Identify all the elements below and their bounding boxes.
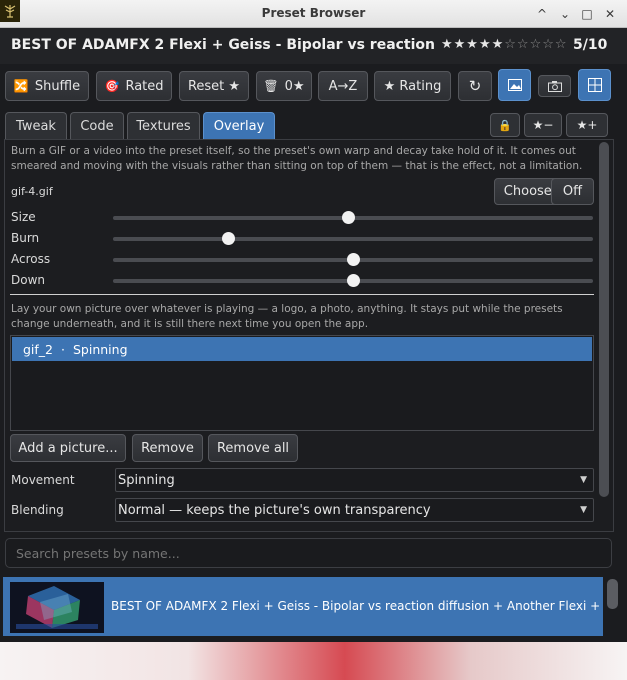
stars-empty[interactable]: ☆☆☆☆☆ xyxy=(504,37,567,52)
rated-label: Rated xyxy=(125,78,164,94)
reset-star-button[interactable]: Reset ★ xyxy=(179,71,249,101)
picture-list-item[interactable]: gif_2 · Spinning xyxy=(12,337,592,361)
current-preset-title: BEST OF ADAMFX 2 Flexi + Geiss - Bipolar… xyxy=(11,37,436,53)
panel-scrollbar-thumb[interactable] xyxy=(599,142,609,497)
tab-overlay[interactable]: Overlay xyxy=(203,112,275,139)
slider-label-burn: Burn xyxy=(11,231,40,245)
keep-above-icon[interactable]: ^ xyxy=(532,4,552,24)
slider-label-down: Down xyxy=(11,273,46,287)
gif-description: Burn a GIF or a video into the preset it… xyxy=(11,145,583,172)
window-titlebar: Preset Browser ^ ⌄ □ ✕ xyxy=(0,0,627,28)
chevron-down-icon: ▼ xyxy=(580,475,587,485)
remove-picture-button[interactable]: Remove xyxy=(132,434,203,462)
sort-rating-button[interactable]: ★ Rating xyxy=(374,71,451,101)
across-slider-handle[interactable] xyxy=(347,253,360,266)
minimize-icon[interactable]: ⌄ xyxy=(555,4,575,24)
sort-az-button[interactable]: A→Z xyxy=(318,71,368,101)
star-plus-button[interactable]: ★+ xyxy=(566,113,608,137)
stars-filled[interactable]: ★★★★★ xyxy=(441,37,504,52)
trash-count-button[interactable]: 🗑 0★ xyxy=(256,71,312,101)
movement-select[interactable]: Spinning ▼ xyxy=(115,468,594,492)
size-slider[interactable] xyxy=(113,211,593,224)
close-icon[interactable]: ✕ xyxy=(600,4,620,24)
star-minus-button[interactable]: ★− xyxy=(524,113,562,137)
preset-header: BEST OF ADAMFX 2 Flexi + Geiss - Bipolar… xyxy=(0,28,627,64)
movement-label: Movement xyxy=(11,473,75,487)
refresh-button[interactable]: ↻ xyxy=(458,71,492,101)
burn-slider[interactable] xyxy=(113,232,593,245)
movement-value: Spinning xyxy=(118,472,175,488)
picture-separator: · xyxy=(61,341,65,357)
picture-mode: Spinning xyxy=(73,341,128,357)
picture-list[interactable]: gif_2 · Spinning xyxy=(10,335,594,431)
results-scrollbar[interactable] xyxy=(605,577,620,636)
image-overlay-toggle[interactable] xyxy=(498,69,531,101)
maximize-icon[interactable]: □ xyxy=(577,4,597,24)
trash-count-label: 0★ xyxy=(284,78,305,94)
tab-textures[interactable]: Textures xyxy=(127,112,200,139)
shuffle-icon: 🔀 xyxy=(13,79,29,93)
burn-slider-handle[interactable] xyxy=(222,232,236,245)
trash-icon: 🗑 xyxy=(263,79,279,93)
preset-search-input[interactable] xyxy=(5,538,612,568)
picture-name: gif_2 xyxy=(23,341,54,357)
blending-select[interactable]: Normal — keeps the picture's own transpa… xyxy=(115,498,594,522)
screenshot-button[interactable] xyxy=(538,75,571,97)
preset-thumbnail xyxy=(10,582,104,633)
preset-results-list: BEST OF ADAMFX 2 Flexi + Geiss - Bipolar… xyxy=(0,572,627,642)
target-icon: 🎯 xyxy=(104,79,120,93)
gif-off-button[interactable]: Off xyxy=(551,178,594,205)
panel-scrollbar[interactable] xyxy=(598,140,610,531)
size-slider-handle[interactable] xyxy=(342,211,356,224)
star-rating[interactable]: ★★★★★☆☆☆☆☆ xyxy=(441,37,568,52)
down-slider-handle[interactable] xyxy=(347,274,360,287)
desktop-background xyxy=(0,642,627,680)
overlay-panel: Burn a GIF or a video into the preset it… xyxy=(4,139,614,532)
refresh-icon: ↻ xyxy=(468,77,482,95)
preset-result-row[interactable]: BEST OF ADAMFX 2 Flexi + Geiss - Bipolar… xyxy=(3,577,603,636)
blending-label: Blending xyxy=(11,503,64,517)
add-picture-button[interactable]: Add a picture... xyxy=(10,434,126,462)
rated-button[interactable]: 🎯 Rated xyxy=(96,71,172,101)
grid-view-toggle[interactable] xyxy=(578,69,611,101)
down-slider[interactable] xyxy=(113,274,593,287)
preset-result-name: BEST OF ADAMFX 2 Flexi + Geiss - Bipolar… xyxy=(111,599,599,613)
remove-all-pictures-button[interactable]: Remove all xyxy=(208,434,298,462)
blending-value: Normal — keeps the picture's own transpa… xyxy=(118,502,431,518)
lock-button[interactable]: 🔒 xyxy=(490,113,520,137)
slider-label-size: Size xyxy=(11,210,36,224)
chevron-down-icon: ▼ xyxy=(580,505,587,515)
tab-tweak[interactable]: Tweak xyxy=(5,112,67,139)
lock-icon: 🔒 xyxy=(498,118,512,132)
picture-description: Lay your own picture over whatever is pl… xyxy=(11,303,563,330)
section-divider xyxy=(10,294,594,295)
tab-code[interactable]: Code xyxy=(70,112,124,139)
rating-value: 5/10 xyxy=(573,37,608,53)
image-icon xyxy=(507,79,522,91)
shuffle-button[interactable]: 🔀 Shuffle xyxy=(5,71,89,101)
gif-filename: gif-4.gif xyxy=(11,185,53,198)
shuffle-label: Shuffle xyxy=(34,78,81,94)
results-scrollbar-thumb[interactable] xyxy=(607,579,618,609)
camera-icon xyxy=(547,80,562,92)
across-slider[interactable] xyxy=(113,253,593,266)
slider-label-across: Across xyxy=(11,252,51,266)
grid-icon xyxy=(587,78,602,92)
